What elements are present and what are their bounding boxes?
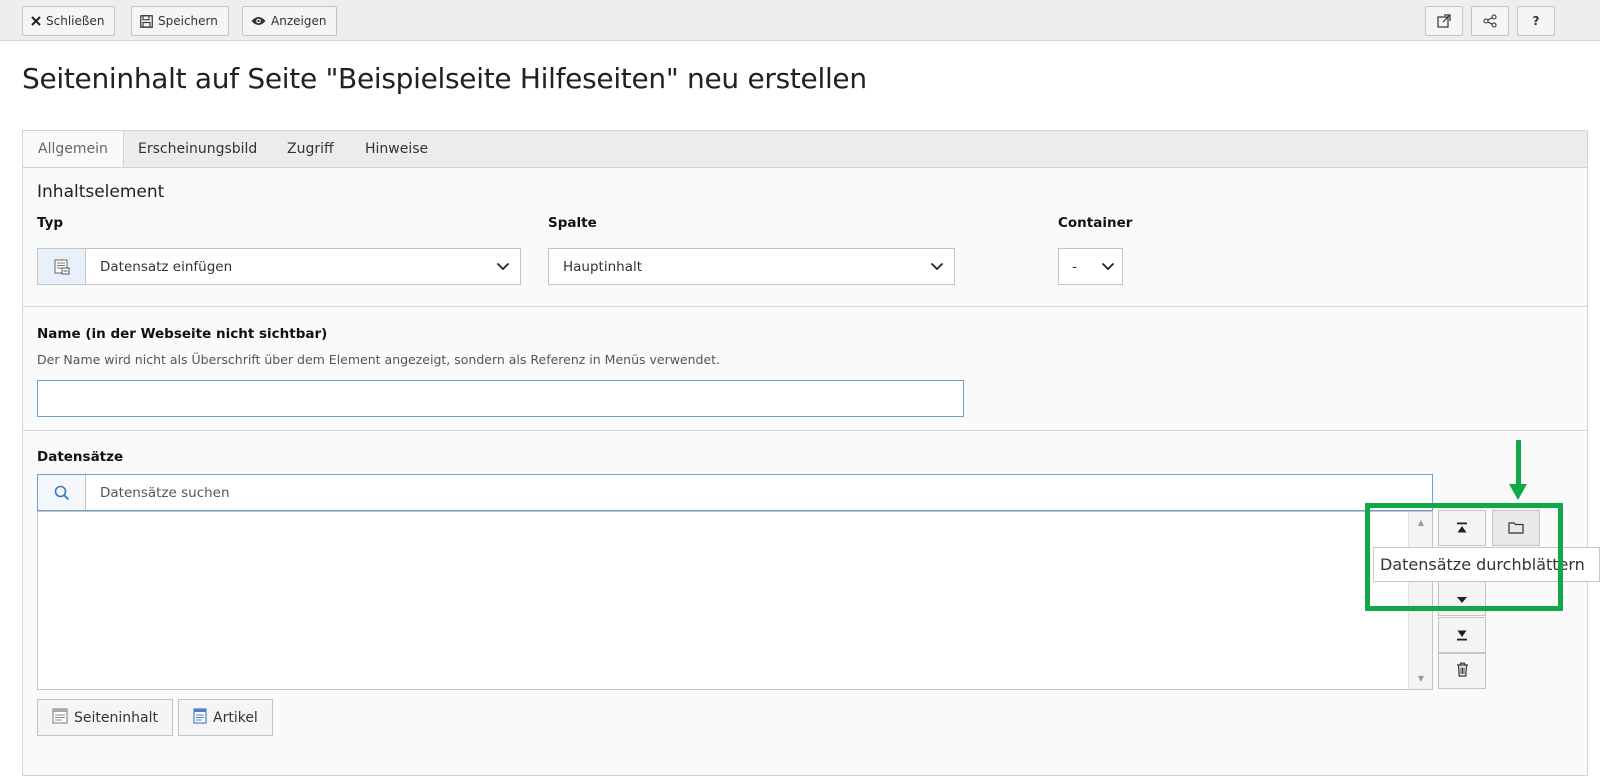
highlight-arrow-head-icon xyxy=(1509,484,1527,500)
tab-notes[interactable]: Hinweise xyxy=(350,131,443,169)
share-icon xyxy=(1483,14,1497,28)
help-button[interactable]: ? xyxy=(1517,6,1555,36)
move-to-bottom-button[interactable] xyxy=(1438,617,1486,653)
view-button[interactable]: Anzeigen xyxy=(242,6,338,36)
article-icon xyxy=(193,707,207,728)
records-list[interactable]: ▲ ▼ xyxy=(37,511,1433,690)
form-panel: Inhaltselement Typ Datensatz einfügen Sp… xyxy=(22,167,1588,776)
delete-button[interactable] xyxy=(1438,653,1486,689)
page-content-icon xyxy=(52,708,68,728)
eye-icon xyxy=(251,16,266,26)
records-label: Datensätze xyxy=(37,449,124,465)
share-button[interactable] xyxy=(1471,6,1509,36)
tab-access[interactable]: Zugriff xyxy=(272,131,349,169)
add-page-content-button[interactable]: Seiteninhalt xyxy=(37,699,173,736)
chevron-down-icon xyxy=(1094,262,1122,271)
name-field-help: Der Name wird nicht als Überschrift über… xyxy=(37,352,721,367)
name-field-label: Name (in der Webseite nicht sichtbar) xyxy=(37,326,328,342)
page-title: Seiteninhalt auf Seite "Beispielseite Hi… xyxy=(22,62,867,95)
view-button-label: Anzeigen xyxy=(271,14,327,28)
container-select[interactable]: - xyxy=(1058,248,1123,285)
divider xyxy=(23,306,1587,307)
save-button-label: Speichern xyxy=(158,14,218,28)
records-search[interactable] xyxy=(37,474,1433,511)
help-button-label: ? xyxy=(1532,14,1540,28)
column-select[interactable]: Hauptinhalt xyxy=(548,248,955,285)
chevron-down-icon xyxy=(920,262,954,271)
floppy-disk-icon xyxy=(140,14,153,28)
close-button[interactable]: Schließen xyxy=(22,6,116,36)
column-label: Spalte xyxy=(548,215,597,231)
type-select-value: Datensatz einfügen xyxy=(100,258,233,275)
external-link-icon xyxy=(1437,14,1451,28)
container-label: Container xyxy=(1058,215,1133,231)
tab-bar: Allgemein Erscheinungsbild Zugriff Hinwe… xyxy=(22,130,1588,170)
tab-general[interactable]: Allgemein xyxy=(23,131,124,170)
add-page-content-label: Seiteninhalt xyxy=(74,709,158,726)
move-to-bottom-icon xyxy=(1456,626,1468,645)
highlight-arrow-icon xyxy=(1516,440,1521,486)
record-type-icon xyxy=(38,249,86,284)
save-button[interactable]: Speichern xyxy=(131,6,229,36)
close-button-label: Schließen xyxy=(46,14,105,28)
scroll-down-arrow-icon[interactable]: ▼ xyxy=(1409,674,1433,683)
tab-appearance[interactable]: Erscheinungsbild xyxy=(123,131,272,169)
add-article-label: Artikel xyxy=(213,709,258,726)
name-input[interactable] xyxy=(37,380,964,417)
section-title-content-element: Inhaltselement xyxy=(37,182,165,202)
toolbar: Schließen Speichern Anzeigen ? xyxy=(0,0,1600,41)
search-icon xyxy=(38,475,86,510)
container-select-value: - xyxy=(1072,258,1077,275)
records-search-input[interactable] xyxy=(86,476,1432,509)
type-label: Typ xyxy=(37,215,64,231)
column-select-value: Hauptinhalt xyxy=(563,258,643,275)
chevron-down-icon xyxy=(486,262,520,271)
divider xyxy=(23,430,1587,431)
highlight-box xyxy=(1365,503,1563,611)
close-icon xyxy=(31,16,41,26)
type-select[interactable]: Datensatz einfügen xyxy=(37,248,521,285)
add-article-button[interactable]: Artikel xyxy=(178,699,273,736)
open-new-window-button[interactable] xyxy=(1425,6,1463,36)
trash-icon xyxy=(1456,662,1469,681)
